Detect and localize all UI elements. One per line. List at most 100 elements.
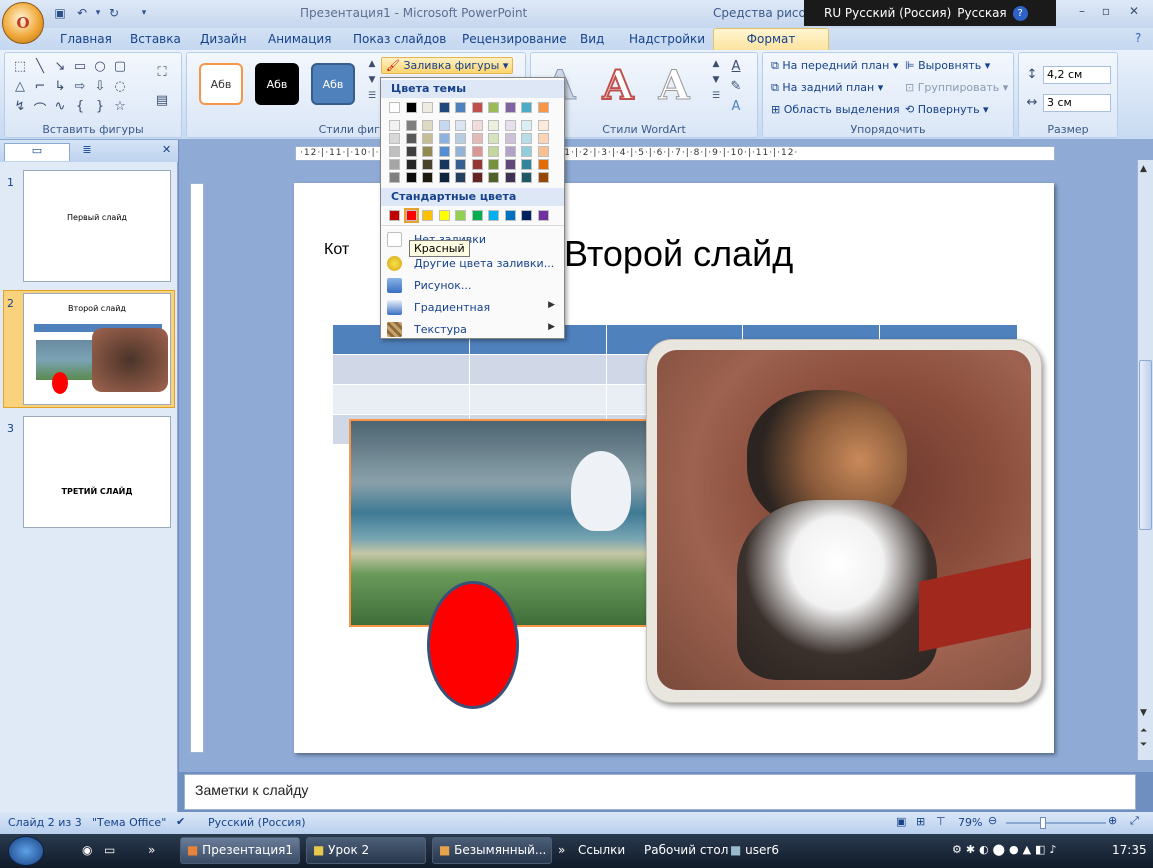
theme-shade-swatch[interactable] [521, 146, 532, 157]
slide-thumbnail-2[interactable]: Второй слайд [23, 293, 171, 405]
theme-shade-swatch[interactable] [521, 133, 532, 144]
tab-design[interactable]: Дизайн [200, 32, 247, 46]
links-toolbar[interactable]: Ссылки [578, 843, 625, 857]
next-slide-icon[interactable]: ⏷ [1140, 740, 1147, 750]
texture-item[interactable]: Текстура ▶ [381, 319, 564, 341]
undo-dropdown-icon[interactable]: ▾ [90, 5, 106, 21]
shape-style-3[interactable]: Абв [311, 63, 355, 105]
standard-color-swatch[interactable] [488, 210, 499, 221]
callout-shape-icon[interactable]: ◌ [111, 79, 129, 94]
standard-color-swatch[interactable] [438, 210, 450, 221]
theme-shade-swatch[interactable] [438, 172, 450, 183]
standard-color-swatch[interactable] [521, 210, 532, 221]
theme-color-swatch[interactable] [471, 102, 483, 113]
minimize-button[interactable]: – [1070, 4, 1094, 22]
theme-color-swatch[interactable] [488, 102, 499, 113]
help-icon[interactable]: ? [1012, 5, 1028, 21]
theme-shade-swatch[interactable] [405, 159, 417, 170]
vertical-scrollbar[interactable]: ▲ ▼ ⏶ ⏷ [1137, 160, 1153, 760]
ribbon-help-icon[interactable]: ? [1135, 31, 1141, 45]
normal-view-icon[interactable]: ▣ [896, 815, 906, 828]
tab-animation[interactable]: Анимация [268, 32, 331, 46]
theme-shade-swatch[interactable] [389, 133, 400, 144]
theme-color-swatch[interactable] [422, 102, 433, 113]
theme-shade-swatch[interactable] [521, 120, 532, 131]
text-outline-icon[interactable]: ✎ [727, 79, 745, 94]
theme-shade-swatch[interactable] [521, 172, 532, 183]
kitten-photo-frame[interactable] [646, 339, 1042, 703]
theme-shade-swatch[interactable] [455, 172, 466, 183]
scribble-shape-icon[interactable]: ∿ [51, 99, 69, 114]
rotate-button[interactable]: ⟲ Повернуть ▾ [905, 103, 989, 116]
line-shape-icon[interactable]: ╲ [31, 59, 49, 74]
theme-shade-swatch[interactable] [438, 159, 450, 170]
theme-color-swatch[interactable] [521, 102, 532, 113]
standard-color-swatch[interactable] [504, 210, 516, 221]
close-button[interactable]: ✕ [1122, 4, 1146, 22]
theme-shade-swatch[interactable] [504, 159, 516, 170]
slide-textbox[interactable]: Кот [324, 241, 349, 259]
theme-shade-swatch[interactable] [422, 146, 433, 157]
theme-shade-swatch[interactable] [504, 172, 516, 183]
theme-shade-swatch[interactable] [471, 159, 483, 170]
theme-shade-swatch[interactable] [389, 146, 400, 157]
theme-color-swatch[interactable] [389, 102, 400, 113]
tab-insert[interactable]: Вставка [130, 32, 181, 46]
text-effects-icon[interactable]: A [727, 99, 745, 114]
styles-down-icon[interactable]: ▼ [363, 75, 381, 85]
language-indicator[interactable]: RU Русский (Россия) [824, 6, 951, 20]
theme-shade-swatch[interactable] [405, 120, 417, 131]
height-input[interactable]: 4,2 см [1043, 66, 1111, 84]
triangle-shape-icon[interactable]: △ [11, 79, 29, 94]
theme-shade-swatch[interactable] [488, 120, 499, 131]
edit-shape-icon[interactable]: ⛶ [153, 65, 171, 80]
send-back-button[interactable]: ⧉ На задний план ▾ [771, 81, 883, 95]
right-arrow-shape-icon[interactable]: ⇨ [71, 79, 89, 94]
brace-right-shape-icon[interactable]: } [91, 99, 109, 114]
red-oval-shape[interactable] [427, 581, 519, 709]
wordart-down-icon[interactable]: ▼ [707, 75, 725, 85]
standard-color-swatch[interactable] [422, 210, 433, 221]
tab-addins[interactable]: Надстройки [629, 32, 705, 46]
wordart-style-3[interactable]: A [649, 62, 699, 109]
slide-title[interactable]: Второй слайд [564, 233, 793, 275]
language-bar[interactable]: RU Русский (Россия) Русская ? [804, 0, 1056, 26]
spellcheck-icon[interactable]: ✔ [176, 815, 185, 828]
down-arrow-shape-icon[interactable]: ⇩ [91, 79, 109, 94]
theme-color-swatch[interactable] [405, 102, 417, 113]
theme-shade-swatch[interactable] [405, 172, 417, 183]
styles-up-icon[interactable]: ▲ [363, 59, 381, 69]
theme-shade-swatch[interactable] [455, 133, 466, 144]
group-button[interactable]: ⊡ Группировать ▾ [905, 81, 1008, 94]
scroll-thumb[interactable] [1139, 360, 1152, 530]
slides-tab-icon[interactable]: ▭ [4, 143, 70, 161]
tab-review[interactable]: Рецензирование [462, 32, 567, 46]
standard-color-swatch[interactable] [389, 210, 400, 221]
customize-toolbar-icon[interactable]: ▾ [136, 5, 152, 21]
theme-shade-swatch[interactable] [537, 172, 549, 183]
slideshow-view-icon[interactable]: ⊤ [936, 815, 946, 828]
theme-shade-swatch[interactable] [422, 159, 433, 170]
desktop-toolbar[interactable]: Рабочий стол [644, 843, 728, 857]
scroll-up-icon[interactable]: ▲ [1140, 164, 1147, 174]
scroll-down-icon[interactable]: ▼ [1140, 708, 1147, 718]
rectangle-shape-icon[interactable]: ▭ [71, 59, 89, 74]
language-status[interactable]: Русский (Россия) [208, 816, 306, 829]
theme-shade-swatch[interactable] [504, 146, 516, 157]
star-shape-icon[interactable]: ☆ [111, 99, 129, 114]
wordart-style-2[interactable]: A [593, 62, 643, 110]
close-panel-icon[interactable]: ✕ [162, 143, 171, 156]
wordart-more-icon[interactable]: ☰ [707, 91, 725, 101]
theme-shade-swatch[interactable] [537, 146, 549, 157]
theme-shade-swatch[interactable] [471, 120, 483, 131]
theme-shade-swatch[interactable] [488, 146, 499, 157]
theme-shade-swatch[interactable] [422, 133, 433, 144]
save-icon[interactable]: ▣ [52, 5, 68, 21]
tab-view[interactable]: Вид [580, 32, 604, 46]
theme-color-swatch[interactable] [455, 102, 466, 113]
theme-shade-swatch[interactable] [455, 120, 466, 131]
theme-shade-swatch[interactable] [471, 146, 483, 157]
theme-shade-swatch[interactable] [537, 159, 549, 170]
theme-shade-swatch[interactable] [504, 120, 516, 131]
brace-shape-icon[interactable]: { [71, 99, 89, 114]
